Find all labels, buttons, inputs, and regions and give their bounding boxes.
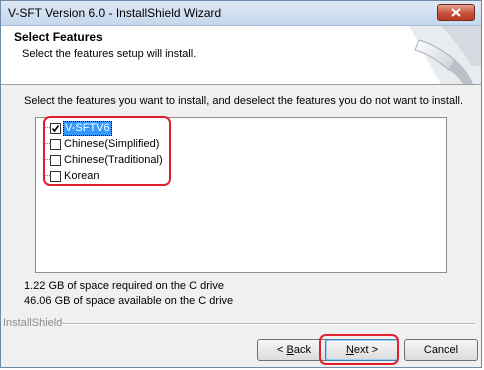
footer-divider: [61, 323, 475, 325]
feature-highlight-box: [43, 116, 171, 186]
cancel-button[interactable]: Cancel: [404, 339, 478, 361]
close-icon: [451, 8, 461, 17]
next-highlight-box: [319, 334, 399, 365]
space-available-text: 46.06 GB of space available on the C dri…: [24, 295, 234, 307]
installshield-brand: InstallShield: [3, 317, 63, 329]
instructions-text: Select the features you want to install,…: [24, 95, 464, 107]
installshield-header-graphic: [409, 26, 481, 84]
page-title: Select Features: [14, 30, 103, 44]
title-bar[interactable]: V-SFT Version 6.0 - InstallShield Wizard: [1, 1, 481, 26]
installer-window: V-SFT Version 6.0 - InstallShield Wizard…: [0, 0, 482, 368]
back-label-prefix: <: [277, 344, 287, 356]
close-button[interactable]: [437, 4, 475, 21]
space-required-text: 1.22 GB of space required on the C drive: [24, 280, 224, 292]
wizard-header: Select Features Select the features setu…: [1, 26, 481, 85]
page-subtitle: Select the features setup will install.: [22, 48, 197, 60]
back-label-key: B: [286, 344, 294, 356]
window-title: V-SFT Version 6.0 - InstallShield Wizard: [8, 6, 222, 20]
back-label-rest: ack: [293, 344, 311, 356]
